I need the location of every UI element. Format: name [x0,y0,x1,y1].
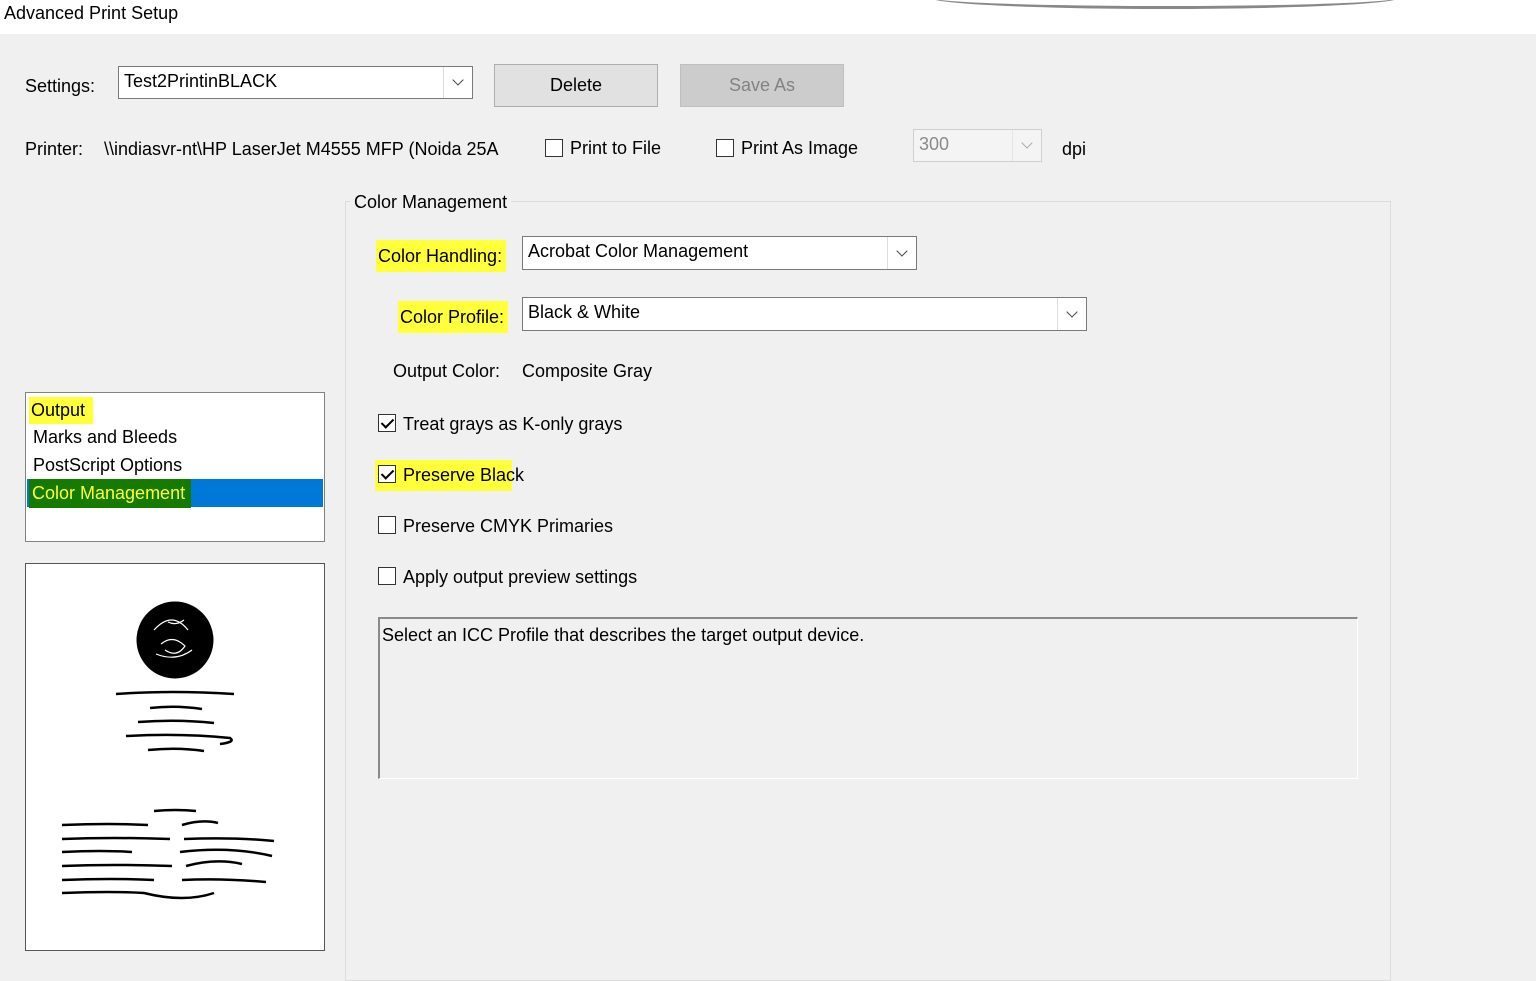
description-text: Select an ICC Profile that describes the… [382,625,865,645]
chevron-down-icon[interactable] [887,237,916,269]
list-item-label: PostScript Options [33,455,183,475]
apply-preview-checkbox[interactable] [378,567,396,585]
chevron-down-icon[interactable] [1012,130,1041,161]
printer-name: \\indiasvr-nt\HP LaserJet M4555 MFP (Noi… [104,139,499,159]
save-as-button[interactable]: Save As [680,64,844,107]
treat-grays-label[interactable]: Treat grays as K-only grays [403,414,622,435]
list-item-label: Color Management [29,479,192,508]
delete-button[interactable]: Delete [494,64,658,107]
list-item-postscript-options[interactable]: PostScript Options [27,451,323,479]
print-as-image-label[interactable]: Print As Image [741,138,858,159]
print-to-file-label[interactable]: Print to File [570,138,661,159]
page-preview-image [61,601,275,900]
color-profile-label: Color Profile: [398,301,509,333]
description-box: Select an ICC Profile that describes the… [378,617,1358,779]
settings-value: Test2PrintinBLACK [124,71,278,91]
chevron-down-icon[interactable] [1057,298,1086,330]
list-item-label: Output [29,397,94,424]
list-item-marks-and-bleeds[interactable]: Marks and Bleeds [27,423,323,451]
output-color-value: Composite Gray [522,361,653,381]
page-preview [25,563,325,951]
apply-preview-label[interactable]: Apply output preview settings [403,567,637,588]
color-handling-select[interactable]: Acrobat Color Management [522,236,917,270]
treat-grays-checkbox[interactable] [378,414,396,432]
list-item-color-management[interactable]: Color Management [27,479,323,508]
printer-label: Printer: [25,139,84,159]
dpi-value: 300 [919,134,950,154]
dpi-label: dpi [1062,139,1087,159]
dpi-select[interactable]: 300 [913,129,1042,162]
preserve-black-label[interactable]: Preserve Black [403,465,524,486]
print-as-image-checkbox[interactable] [716,139,734,157]
list-item-output[interactable]: Output [27,395,323,424]
color-profile-select[interactable]: Black & White [522,297,1087,331]
color-handling-label: Color Handling: [376,240,507,272]
list-item-label: Marks and Bleeds [33,427,178,447]
settings-label: Settings: [25,76,96,96]
window-title: Advanced Print Setup [4,3,179,23]
print-to-file-checkbox[interactable] [545,139,563,157]
color-profile-value: Black & White [528,302,641,322]
section-list[interactable]: Output Marks and Bleeds PostScript Optio… [25,392,325,542]
settings-select[interactable]: Test2PrintinBLACK [118,66,473,99]
group-title: Color Management [350,192,512,213]
color-handling-value: Acrobat Color Management [528,241,749,261]
output-color-label: Output Color: [393,361,501,381]
chevron-down-icon[interactable] [443,67,472,98]
preserve-cmyk-checkbox[interactable] [378,516,396,534]
preserve-black-checkbox[interactable] [378,465,396,483]
preserve-cmyk-label[interactable]: Preserve CMYK Primaries [403,516,613,537]
